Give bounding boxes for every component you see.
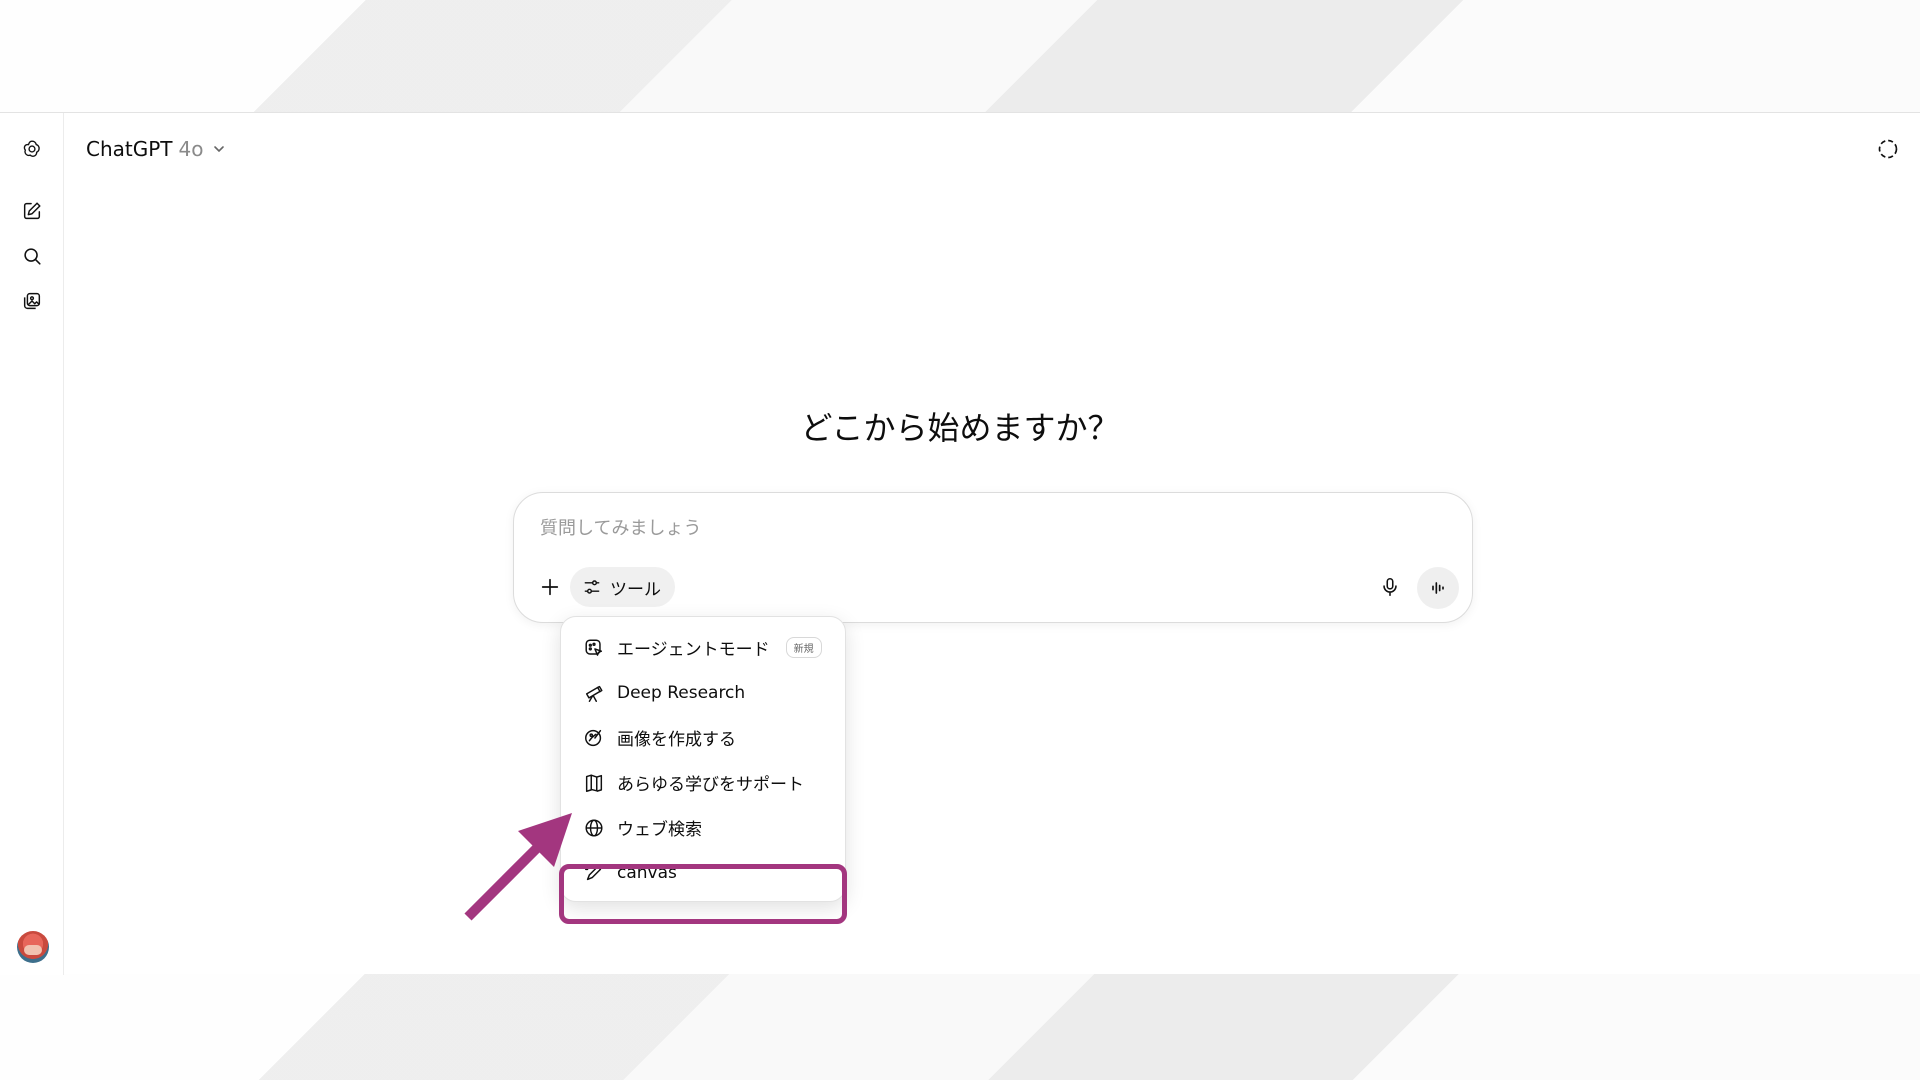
avatar[interactable] [17, 931, 49, 963]
tools-menu: エージェントモード 新規 Deep Research 画像を作成する あらゆる学… [560, 616, 846, 902]
dictate-button[interactable] [1372, 569, 1408, 605]
menu-item-label: エージェントモード [617, 640, 770, 660]
plus-icon [541, 578, 559, 596]
new-chat-icon[interactable] [14, 193, 50, 229]
model-name: ChatGPT [86, 137, 173, 161]
image-create-icon [585, 729, 602, 746]
voice-wave-icon [1432, 582, 1444, 594]
menu-item-create-image[interactable]: 画像を作成する [569, 715, 837, 760]
book-icon [585, 773, 603, 792]
telescope-icon [585, 685, 603, 702]
menu-item-label: ウェブ検索 [617, 820, 702, 840]
add-attachment-button[interactable] [532, 569, 568, 605]
openai-logo-icon[interactable] [14, 131, 50, 167]
prompt-input[interactable] [540, 513, 1340, 543]
page-title: どこから始めますか？ [800, 409, 1120, 447]
tools-button[interactable]: ツール [570, 567, 675, 607]
search-icon[interactable] [14, 238, 50, 274]
menu-item-label: Deep Research [617, 682, 746, 703]
background-top [0, 0, 1920, 112]
chatgpt-window: ChatGPT 4o どこから始めますか？ ツール [0, 112, 1920, 975]
menu-item-web-search[interactable]: ウェブ検索 [569, 805, 837, 850]
microphone-icon [1383, 577, 1397, 597]
new-badge: 新規 [785, 637, 822, 658]
composer: ツール [513, 492, 1473, 623]
annotation-arrow-icon [464, 813, 572, 921]
menu-item-label: 画像を作成する [617, 730, 736, 750]
library-icon[interactable] [14, 283, 50, 319]
highlight-box [559, 864, 847, 924]
menu-item-deep-research[interactable]: Deep Research [569, 670, 837, 715]
background-bottom [0, 974, 1920, 1080]
sidebar [0, 113, 64, 975]
menu-item-study-support[interactable]: あらゆる学びをサポート [569, 760, 837, 805]
voice-mode-button[interactable] [1417, 567, 1459, 609]
agent-icon [585, 638, 603, 656]
menu-item-label: あらゆる学びをサポート [617, 775, 804, 795]
tools-label: ツール [610, 579, 661, 600]
sliders-icon [584, 580, 600, 594]
model-selector[interactable]: ChatGPT 4o [86, 131, 227, 167]
temporary-chat-icon[interactable] [1874, 135, 1902, 163]
model-version: 4o [178, 137, 204, 161]
menu-item-agent-mode[interactable]: エージェントモード 新規 [569, 625, 837, 670]
chevron-down-icon [214, 146, 225, 153]
